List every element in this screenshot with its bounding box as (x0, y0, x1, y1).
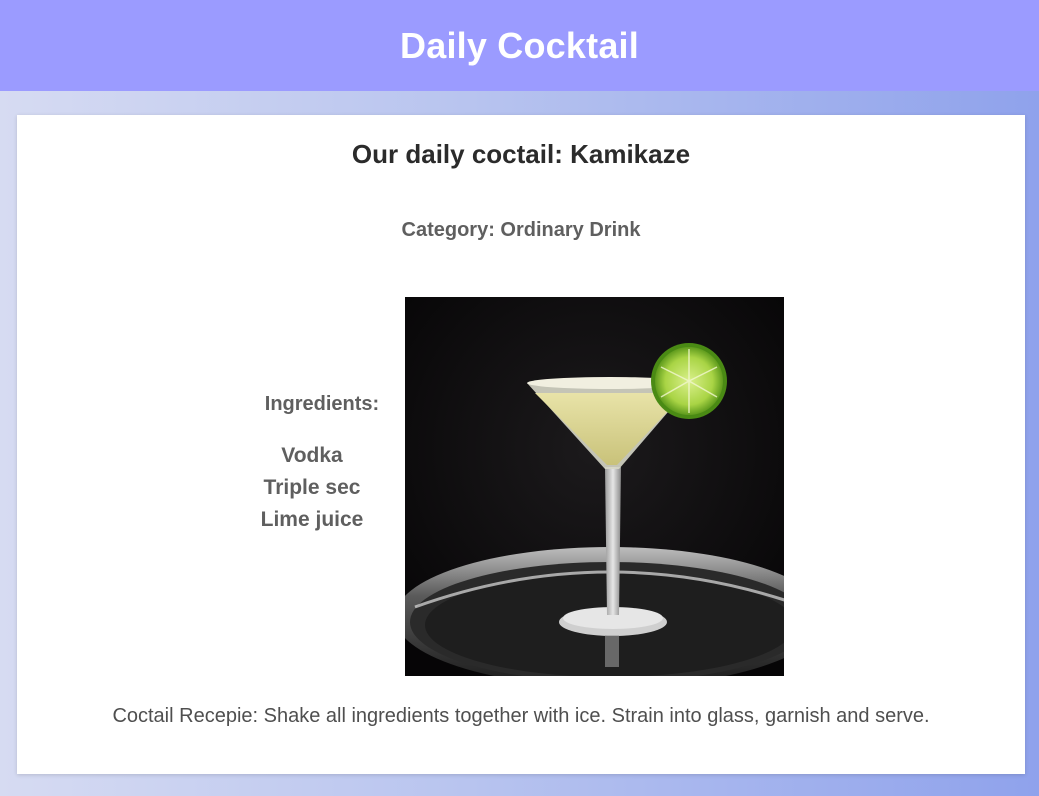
ingredients-list: Vodka Triple sec Lime juice (247, 440, 397, 536)
ingredient-item: Triple sec (263, 476, 361, 499)
app-header: Daily Cocktail (0, 0, 1039, 91)
ingredient-item: Vodka (281, 444, 343, 467)
app-title: Daily Cocktail (400, 24, 639, 66)
cocktail-image (405, 297, 784, 676)
cocktail-photo (405, 297, 784, 676)
cocktail-card: Our daily coctail: Kamikaze Category: Or… (17, 115, 1025, 774)
ingredient-item: Lime juice (260, 508, 364, 531)
cocktail-category: Category: Ordinary Drink (401, 219, 641, 241)
cocktail-heading: Our daily coctail: Kamikaze (351, 139, 691, 169)
ingredients-label: Ingredients: (264, 393, 380, 415)
ingredients-panel: Ingredients: Vodka Triple sec Lime juice (247, 393, 397, 536)
cocktail-recipe: Coctail Recepie: Shake all ingredients t… (112, 705, 930, 727)
